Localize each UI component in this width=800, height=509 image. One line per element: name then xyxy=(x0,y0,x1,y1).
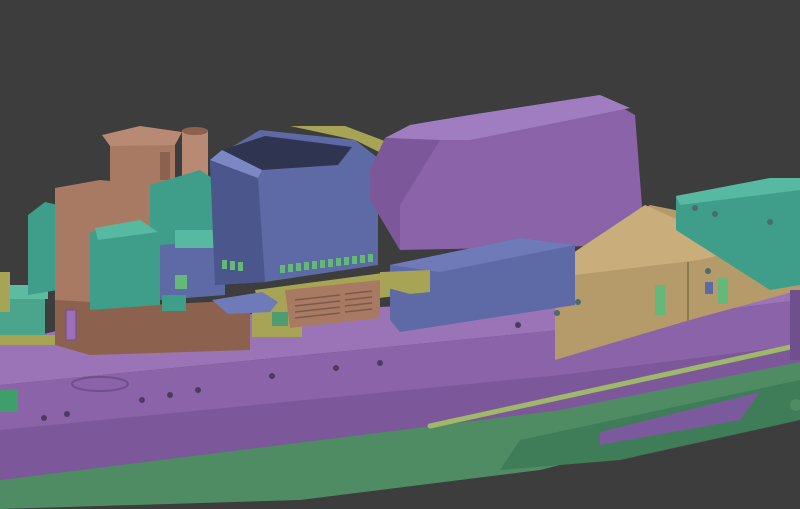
3d-viewport[interactable] xyxy=(0,0,800,509)
left-olive-rail xyxy=(0,335,55,345)
olive-base-green xyxy=(272,312,288,326)
teal-cube xyxy=(162,295,186,311)
tan-hatch-2 xyxy=(718,278,728,304)
brown-door xyxy=(65,309,77,341)
brown-cap-window xyxy=(160,152,170,180)
green-valve xyxy=(175,275,187,289)
bridge-block-left-face xyxy=(210,160,265,285)
right-purple-column xyxy=(790,290,800,360)
ship-model-render xyxy=(0,95,800,509)
tan-small-box xyxy=(705,282,713,294)
tan-hatch-1 xyxy=(655,285,665,315)
pipe-stack-top xyxy=(182,127,208,135)
left-hull-green-box xyxy=(0,390,18,412)
brown-superstructure-shade xyxy=(55,300,250,355)
pipe-stack xyxy=(182,130,208,178)
teal-tower-left xyxy=(28,202,58,295)
left-olive-post xyxy=(0,272,10,312)
brown-cap xyxy=(102,126,182,146)
